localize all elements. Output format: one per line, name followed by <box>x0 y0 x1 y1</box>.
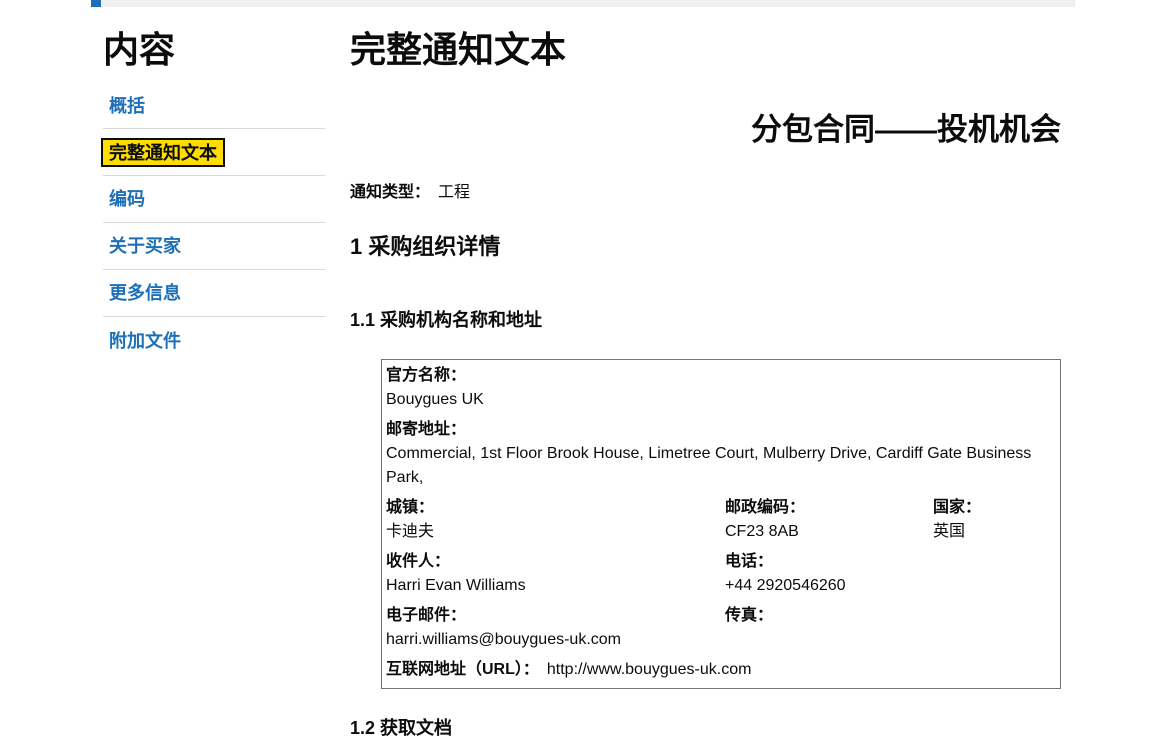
page-title: 完整通知文本 <box>350 29 567 70</box>
sidebar-item-attachments: 附加文件 <box>103 317 325 364</box>
notice-title: 分包合同——投机机会 <box>751 112 1061 147</box>
top-bar <box>91 0 1075 7</box>
contact-label: 收件人： <box>386 553 451 570</box>
main-content: 完整通知文本 分包合同——投机机会 通知类型： 工程 1 采购组织详情 1.1 采… <box>350 28 1061 741</box>
town-value: 卡迪夫 <box>386 523 435 540</box>
organisation-details-box: 官方名称： Bouygues UK 邮寄地址： Commercial, 1st … <box>381 359 1061 689</box>
notice-type-value: 工程 <box>438 184 471 201</box>
contents-sidebar: 内容 概括 完整通知文本 编码 关于买家 更多信息 附加文件 <box>101 28 325 364</box>
sidebar-link-summary[interactable]: 概括 <box>109 94 145 118</box>
postcode-label: 邮政编码： <box>725 499 806 516</box>
sidebar-item-more-info: 更多信息 <box>103 270 325 317</box>
url-value: http://www.bouygues-uk.com <box>546 661 752 678</box>
sidebar-item-about-buyer: 关于买家 <box>103 223 325 270</box>
postcode-value: CF23 8AB <box>725 523 799 540</box>
sidebar-link-full-notice[interactable]: 完整通知文本 <box>101 137 225 167</box>
phone-label: 电话： <box>725 553 774 570</box>
official-name-label: 官方名称： <box>386 367 467 384</box>
phone-value: +44 2920546260 <box>725 577 846 594</box>
town-row: 城镇： 卡迪夫 邮政编码： CF23 8AB 国家： 英国 <box>386 496 1056 544</box>
sidebar-link-codes[interactable]: 编码 <box>109 187 145 211</box>
fax-label: 传真： <box>725 607 774 624</box>
email-value: harri.williams@bouygues-uk.com <box>386 631 621 648</box>
official-name-block: 官方名称： Bouygues UK <box>386 364 1056 412</box>
sidebar-heading: 内容 <box>103 29 176 70</box>
contact-value: Harri Evan Williams <box>386 577 526 594</box>
official-name-value: Bouygues UK <box>386 391 484 408</box>
url-row: 互联网地址（URL）： http://www.bouygues-uk.com <box>386 658 1056 682</box>
sidebar-item-summary: 概括 <box>103 84 325 129</box>
sidebar-item-codes: 编码 <box>103 176 325 223</box>
notice-type: 通知类型： 工程 <box>350 182 1061 204</box>
url-label: 互联网地址（URL）： <box>386 661 539 678</box>
email-row: 电子邮件： harri.williams@bouygues-uk.com 传真： <box>386 604 1056 652</box>
sidebar-link-attachments[interactable]: 附加文件 <box>109 329 181 353</box>
postal-address-block: 邮寄地址： Commercial, 1st Floor Brook House,… <box>386 418 1056 490</box>
sidebar-link-more-info[interactable]: 更多信息 <box>109 281 181 305</box>
sidebar-link-about-buyer[interactable]: 关于买家 <box>109 234 181 258</box>
country-label: 国家： <box>933 499 982 516</box>
sidebar-item-full-notice: 完整通知文本 <box>101 129 325 176</box>
town-label: 城镇： <box>386 499 435 516</box>
postal-address-value: Commercial, 1st Floor Brook House, Limet… <box>386 445 1032 486</box>
contact-row: 收件人： Harri Evan Williams 电话： +44 2920546… <box>386 550 1056 598</box>
section-heading-1: 1 采购组织详情 <box>350 234 501 259</box>
top-bar-accent <box>91 0 101 7</box>
country-value: 英国 <box>933 523 966 540</box>
email-label: 电子邮件： <box>386 607 467 624</box>
postal-address-label: 邮寄地址： <box>386 421 467 438</box>
section-heading-1-2: 1.2 获取文档 <box>350 718 453 738</box>
notice-type-label: 通知类型： <box>350 184 431 201</box>
section-heading-1-1: 1.1 采购机构名称和地址 <box>350 310 543 330</box>
